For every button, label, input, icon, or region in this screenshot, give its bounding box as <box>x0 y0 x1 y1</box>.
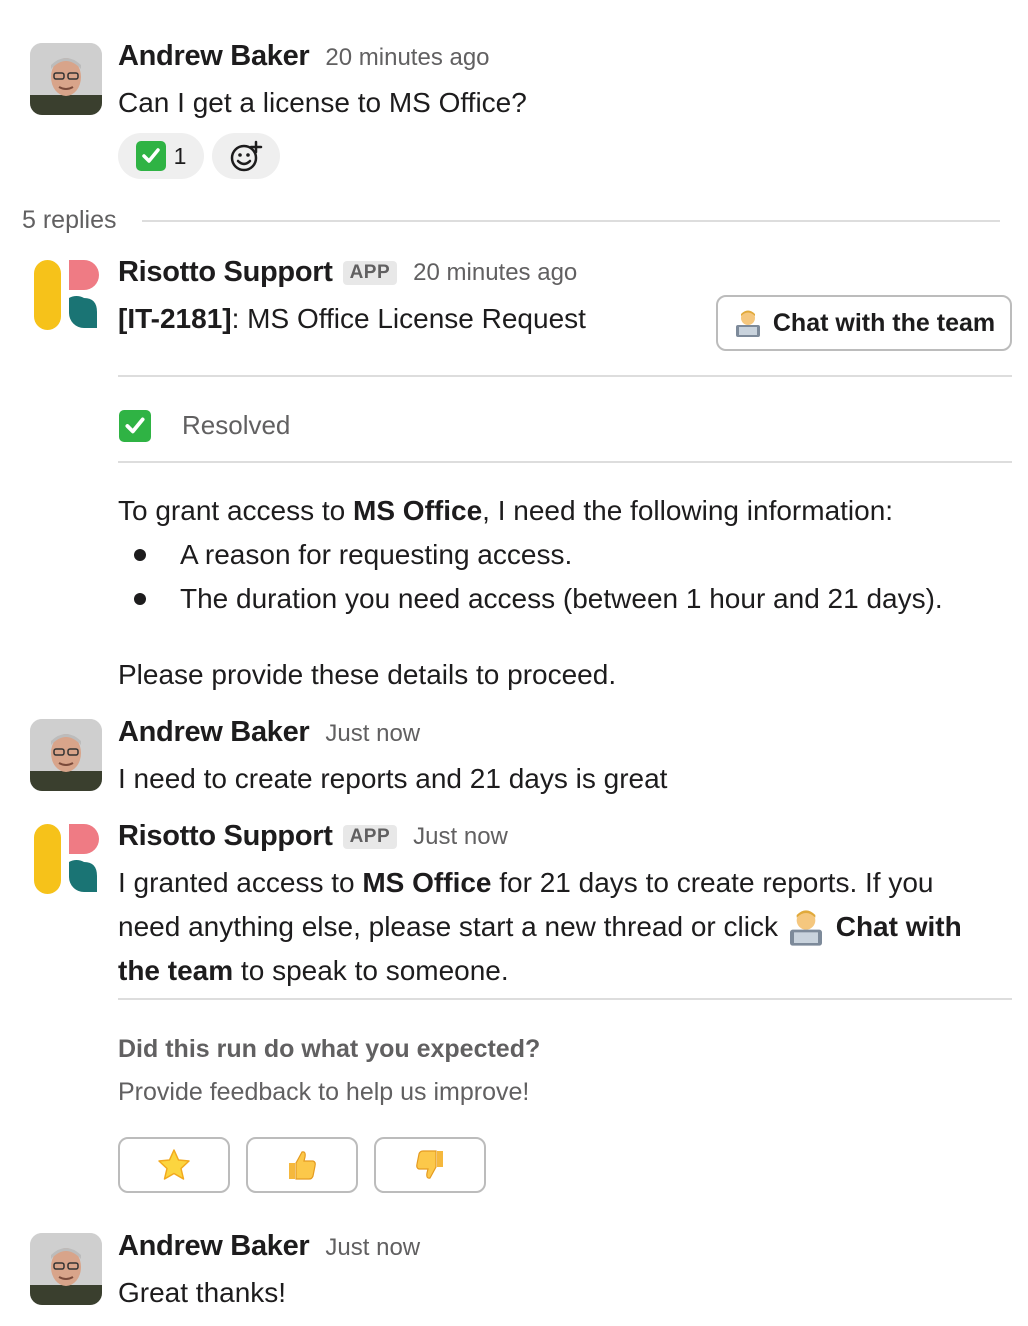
app-badge: APP <box>342 824 398 849</box>
message-text: I need to create reports and 21 days is … <box>118 763 668 794</box>
text-segment: for 21 days to create reports. If you <box>491 867 934 898</box>
list-item-text: A reason for requesting access. <box>180 539 573 570</box>
reaction-check[interactable]: 1 <box>118 133 204 179</box>
text-segment: need anything else, please start a new t… <box>118 911 786 942</box>
reaction-count: 1 <box>173 142 187 169</box>
bot-message-header: Risotto Support APP Just now <box>118 820 508 853</box>
thumbs-down-icon <box>416 1150 443 1179</box>
feedback-subtitle: Provide feedback to help us improve! <box>118 1078 530 1106</box>
risotto-logo-icon[interactable] <box>34 824 100 894</box>
list-item: A reason for requesting access. <box>118 533 572 577</box>
message-header: Andrew Baker Just now <box>118 1230 420 1263</box>
text-segment: to speak to someone. <box>233 955 509 986</box>
intro-pre: To grant access to <box>118 495 354 526</box>
chat-with-team-link[interactable]: Chat with <box>836 905 962 949</box>
message-text: need anything else, please start a new t… <box>118 905 962 949</box>
technologist-emoji-icon <box>789 910 822 946</box>
message-text: Can I get a license to MS Office? <box>118 87 527 118</box>
timestamp[interactable]: 20 minutes ago <box>325 44 489 72</box>
intro-bold: MS Office <box>353 495 483 526</box>
user-avatar[interactable] <box>30 43 102 115</box>
message-text: Great thanks! <box>118 1277 287 1308</box>
add-emoji-icon <box>230 140 263 172</box>
user-avatar[interactable] <box>30 1233 102 1305</box>
chat-with-team-button[interactable]: Chat with the team <box>716 295 1012 351</box>
author-name[interactable]: Andrew Baker <box>118 1230 310 1263</box>
section-divider <box>118 998 1012 1000</box>
ticket-id: [IT-2181] <box>118 303 232 334</box>
feedback-thumbs-up-button[interactable] <box>246 1137 358 1193</box>
timestamp[interactable]: Just now <box>325 1234 420 1262</box>
technologist-emoji-icon <box>735 310 760 337</box>
feedback-thumbs-down-button[interactable] <box>374 1137 486 1193</box>
timestamp[interactable]: 20 minutes ago <box>413 259 577 287</box>
author-name[interactable]: Andrew Baker <box>118 716 310 749</box>
feedback-title: Did this run do what you expected? <box>118 1035 541 1063</box>
star-icon <box>158 1149 190 1180</box>
list-item-text: The duration you need access (between 1 … <box>180 583 943 614</box>
intro-post: , I need the following information: <box>482 495 894 526</box>
user-avatar[interactable] <box>30 719 102 791</box>
section-divider <box>118 375 1012 377</box>
author-name[interactable]: Andrew Baker <box>118 40 310 73</box>
thread-replies-count[interactable]: 5 replies <box>22 206 117 235</box>
timestamp[interactable]: Just now <box>325 720 420 748</box>
ticket-name: : MS Office License Request <box>231 303 586 334</box>
bot-name[interactable]: Risotto Support <box>118 256 333 289</box>
section-divider <box>118 461 1012 463</box>
message-header: Andrew Baker Just now <box>118 716 420 749</box>
message-text: I granted access to MS Office for 21 day… <box>118 861 934 905</box>
check-mark-icon <box>135 141 166 171</box>
risotto-logo-icon[interactable] <box>34 260 100 330</box>
feedback-star-button[interactable] <box>118 1137 230 1193</box>
message-header: Andrew Baker 20 minutes ago <box>118 40 490 73</box>
info-request-text: To grant access to MS Office, I need the… <box>118 489 893 533</box>
chat-button-label: Chat with the team <box>772 308 996 337</box>
closing-text: Please provide these details to proceed. <box>118 659 617 690</box>
text-bold: MS Office <box>362 867 492 898</box>
list-item: The duration you need access (between 1 … <box>118 577 943 621</box>
chat-with-team-link[interactable]: the team <box>118 955 233 986</box>
thumbs-up-icon <box>289 1151 316 1180</box>
app-badge: APP <box>342 260 398 285</box>
bot-message-header: Risotto Support APP 20 minutes ago <box>118 256 577 289</box>
timestamp[interactable]: Just now <box>413 823 508 851</box>
bot-name[interactable]: Risotto Support <box>118 820 333 853</box>
ticket-title: [IT-2181]: MS Office License Request <box>118 297 586 341</box>
add-reaction-button[interactable] <box>212 133 280 179</box>
status-label: Resolved <box>182 410 291 440</box>
thread-divider <box>142 220 1000 222</box>
text-segment: I granted access to <box>118 867 363 898</box>
message-text: the team to speak to someone. <box>118 949 509 993</box>
resolved-check-icon <box>119 410 151 442</box>
